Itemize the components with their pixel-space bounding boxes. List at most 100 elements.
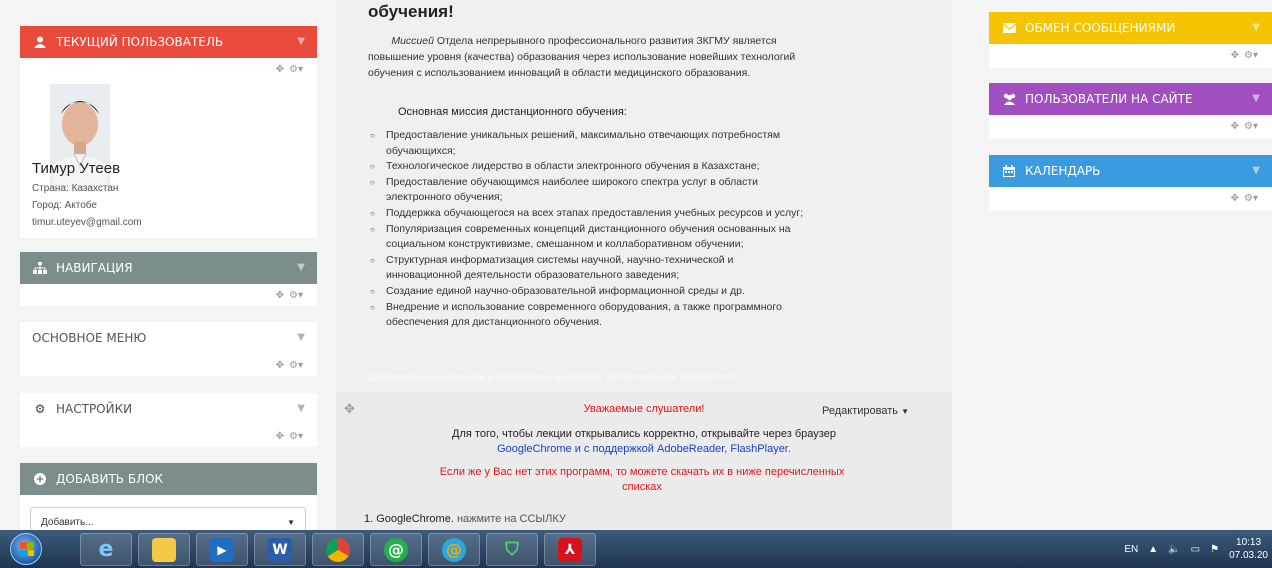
taskbar-chrome[interactable] xyxy=(312,533,364,566)
chrome-icon xyxy=(326,537,350,562)
list-item: Структурная информатизация системы научн… xyxy=(370,253,810,284)
download-item: 1. GoogleChrome. нажмите на ССЫЛКУ xyxy=(364,513,566,525)
mission-para-em: Миссией xyxy=(391,35,434,47)
move-icon[interactable]: ✥ xyxy=(1231,121,1239,132)
main-menu-header[interactable]: ОСНОВНОЕ МЕНЮ ▼ xyxy=(20,322,317,354)
current-user-header[interactable]: ТЕКУЩИЙ ПОЛЬЗОВАТЕЛЬ ▼ xyxy=(20,26,317,58)
chevron-down-icon[interactable]: ▼ xyxy=(297,262,305,273)
notice-warning: Если же у Вас нет этих программ, то може… xyxy=(439,466,845,493)
user-icon xyxy=(32,36,48,48)
add-block-select-value: Добавить... xyxy=(41,516,94,528)
mission-subtitle: Основная миссия дистанционного обучения: xyxy=(398,106,627,118)
list-item: Технологическое лидерство в области элек… xyxy=(370,159,810,175)
gear-icon[interactable]: ⚙▾ xyxy=(1244,193,1258,204)
block-tools: ✥ ⚙▾ xyxy=(20,58,317,80)
at-sign-icon: @ xyxy=(384,537,408,562)
flag-icon[interactable]: ⚑ xyxy=(1210,544,1219,555)
clock[interactable]: 10:13 07.03.20 xyxy=(1229,536,1268,562)
clock-time: 10:13 xyxy=(1236,537,1262,548)
volume-icon[interactable]: 🔈 xyxy=(1168,544,1180,555)
users-icon xyxy=(1001,93,1017,105)
notice-link[interactable]: GoogleChrome и с поддержкой AdobeReader,… xyxy=(336,442,952,457)
online-users-block: ПОЛЬЗОВАТЕЛИ НА САЙТЕ ▼ ✥ ⚙▾ xyxy=(989,83,1272,139)
taskbar-explorer[interactable] xyxy=(138,533,190,566)
main-menu-title: ОСНОВНОЕ МЕНЮ xyxy=(32,331,147,345)
messages-title: ОБМЕН СООБЩЕНИЯМИ xyxy=(1025,21,1176,35)
mission-title: обучения! xyxy=(368,2,454,21)
windows-logo-icon xyxy=(20,542,34,556)
gear-icon[interactable]: ⚙▾ xyxy=(1244,121,1258,132)
caret-down-icon: ▼ xyxy=(287,517,295,527)
settings-block: ⚙ НАСТРОЙКИ ▼ ✥ ⚙▾ xyxy=(20,393,317,447)
calendar-icon xyxy=(1001,165,1017,177)
messages-block: ОБМЕН СООБЩЕНИЯМИ ▼ ✥ ⚙▾ xyxy=(989,12,1272,68)
move-icon[interactable]: ✥ xyxy=(276,431,284,442)
taskbar-mail-agent[interactable]: @ xyxy=(428,533,480,566)
move-icon[interactable]: ✥ xyxy=(276,64,284,75)
online-users-header[interactable]: ПОЛЬЗОВАТЕЛИ НА САЙТЕ ▼ xyxy=(989,83,1272,115)
move-icon[interactable]: ✥ xyxy=(276,360,284,371)
word-icon: W xyxy=(268,537,292,562)
language-indicator[interactable]: EN xyxy=(1124,544,1138,555)
clock-date: 07.03.20 xyxy=(1229,550,1268,561)
settings-header[interactable]: ⚙ НАСТРОЙКИ ▼ xyxy=(20,393,317,425)
navigation-title: НАВИГАЦИЯ xyxy=(56,261,133,275)
taskbar-ie[interactable]: e xyxy=(80,533,132,566)
internet-explorer-icon: e xyxy=(98,537,114,562)
messages-header[interactable]: ОБМЕН СООБЩЕНИЯМИ ▼ xyxy=(989,12,1272,44)
user-city: Город: Актобе xyxy=(32,200,97,211)
chevron-down-icon[interactable]: ▼ xyxy=(1252,22,1260,33)
list-item: Предоставление обучающимся наиболее широ… xyxy=(370,175,810,206)
taskbar-word[interactable]: W xyxy=(254,533,306,566)
chevron-down-icon[interactable]: ▼ xyxy=(297,36,305,47)
move-icon[interactable]: ✥ xyxy=(1231,50,1239,61)
block-tools: ✥ ⚙▾ xyxy=(989,44,1272,66)
calendar-header[interactable]: КАЛЕНДАРЬ ▼ xyxy=(989,155,1272,187)
pdf-icon: ⅄ xyxy=(558,537,582,562)
current-user-title: ТЕКУЩИЙ ПОЛЬЗОВАТЕЛЬ xyxy=(56,35,224,49)
add-block-header[interactable]: ДОБАВИТЬ БЛОК xyxy=(20,463,317,495)
user-email[interactable]: timur.uteyev@gmail.com xyxy=(32,217,142,228)
block-tools: ✥ ⚙▾ xyxy=(20,425,317,447)
taskbar-security[interactable]: ⛉ xyxy=(486,533,538,566)
notice-text-line: Для того, чтобы лекции открывались корре… xyxy=(452,428,836,440)
user-country: Страна: Казахстан xyxy=(32,183,119,194)
gears-icon: ⚙ xyxy=(34,402,46,416)
main-menu-block: ОСНОВНОЕ МЕНЮ ▼ ✥ ⚙▾ xyxy=(20,322,317,376)
gear-icon[interactable]: ⚙▾ xyxy=(1244,50,1258,61)
block-tools: ✥ ⚙▾ xyxy=(989,115,1272,137)
gear-icon[interactable]: ⚙▾ xyxy=(289,360,303,371)
user-name[interactable]: Тимур Утеев xyxy=(32,160,120,177)
calendar-title: КАЛЕНДАРЬ xyxy=(1025,164,1101,178)
main-content: обучения! Миссией Отдела непрерывного пр… xyxy=(336,0,952,530)
shield-icon: ⛉ xyxy=(505,539,519,560)
mission-paragraph: Миссией Отдела непрерывного профессионал… xyxy=(368,33,798,81)
list-item: Предоставление уникальных решений, макси… xyxy=(370,128,810,159)
list-item: Поддержка обучающегося на всех этапах пр… xyxy=(370,206,810,222)
online-users-title: ПОЛЬЗОВАТЕЛИ НА САЙТЕ xyxy=(1025,92,1193,106)
taskbar-acrobat[interactable]: ⅄ xyxy=(544,533,596,566)
at-sign-icon: @ xyxy=(442,537,466,562)
gear-icon[interactable]: ⚙▾ xyxy=(289,64,303,75)
move-icon[interactable]: ✥ xyxy=(276,290,284,301)
chevron-down-icon[interactable]: ▼ xyxy=(1252,93,1260,104)
move-icon[interactable]: ✥ xyxy=(1231,193,1239,204)
notice-text: Для того, чтобы лекции открывались корре… xyxy=(336,427,952,457)
download-item-hint[interactable]: нажмите на ССЫЛКУ xyxy=(454,513,566,525)
network-icon[interactable]: ▭ xyxy=(1191,544,1200,555)
calendar-block: КАЛЕНДАРЬ ▼ ✥ ⚙▾ xyxy=(989,155,1272,211)
taskbar-outlook[interactable]: ▶ xyxy=(196,533,248,566)
navigation-header[interactable]: НАВИГАЦИЯ ▼ xyxy=(20,252,317,284)
taskbar-mail[interactable]: @ xyxy=(370,533,422,566)
add-block-block: ДОБАВИТЬ БЛОК Добавить... ▼ xyxy=(20,463,317,537)
start-button[interactable] xyxy=(10,533,42,565)
block-tools: ✥ ⚙▾ xyxy=(20,284,317,306)
chevron-down-icon[interactable]: ▼ xyxy=(297,403,305,414)
gear-icon[interactable]: ⚙▾ xyxy=(289,431,303,442)
media-icon: ▶ xyxy=(210,537,234,562)
chevron-down-icon[interactable]: ▼ xyxy=(297,332,305,343)
list-item: Внедрение и использование современного о… xyxy=(370,300,810,331)
chevron-down-icon[interactable]: ▼ xyxy=(1252,165,1260,176)
gear-icon[interactable]: ⚙▾ xyxy=(289,290,303,301)
chevron-up-icon[interactable]: ▲ xyxy=(1148,544,1158,555)
